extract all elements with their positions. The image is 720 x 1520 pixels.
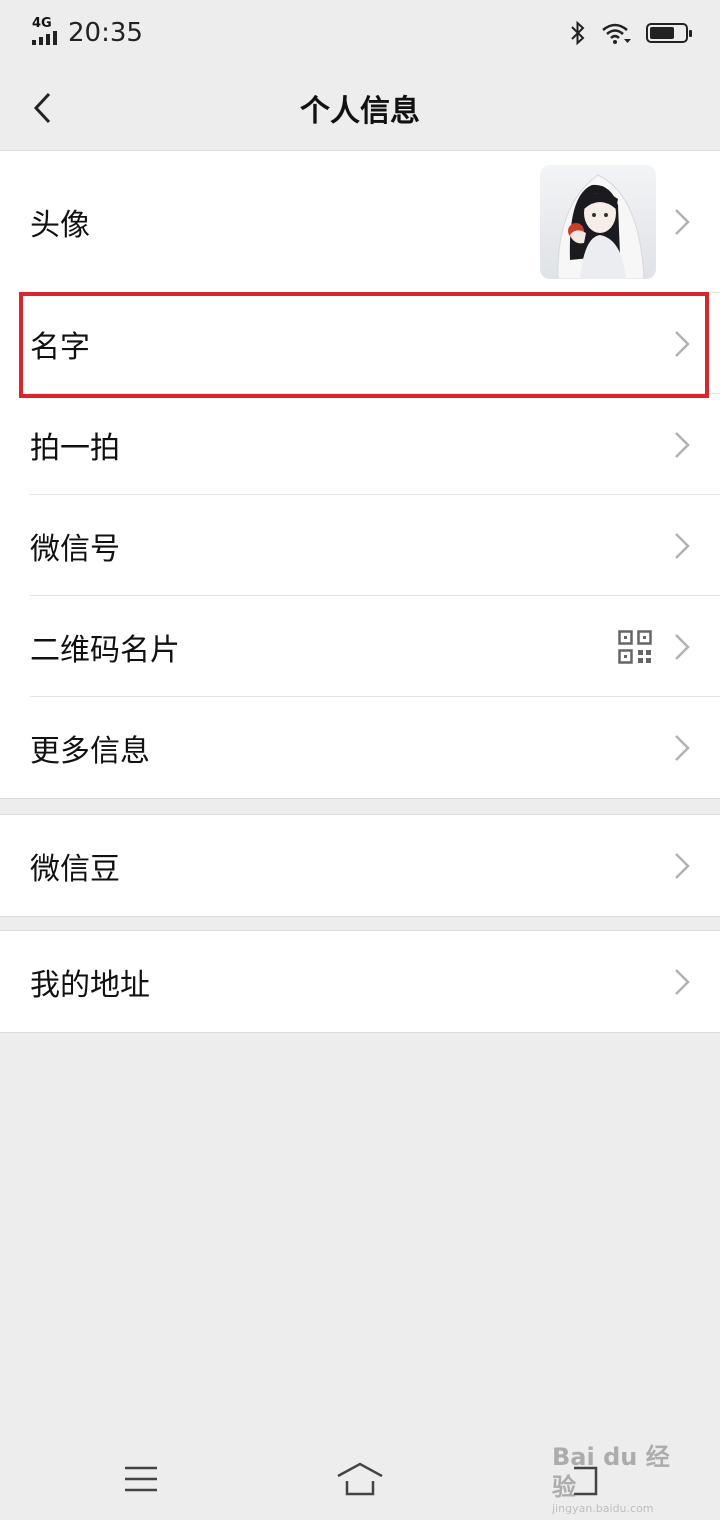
list-item-label: 微信豆 [30, 851, 120, 887]
status-time: 20:35 [68, 18, 143, 48]
list-item-more-info[interactable]: 更多信息 [0, 697, 720, 798]
list-item-name[interactable]: 名字 [0, 293, 720, 394]
network-type: 4G [32, 16, 52, 31]
chevron-right-icon [675, 330, 690, 357]
chevron-left-icon [33, 92, 51, 124]
list-item-wechat-id[interactable]: 微信号 [0, 495, 720, 596]
list-item-label: 微信号 [30, 531, 120, 567]
wifi-icon [602, 23, 631, 44]
list-item-label: 头像 [30, 208, 90, 243]
bluetooth-icon [571, 20, 585, 46]
qr-code-icon [618, 629, 652, 664]
chevron-right-icon [675, 968, 690, 995]
cellular-signal-icon: 4G [32, 16, 60, 47]
menu-icon [125, 1466, 157, 1492]
baidu-watermark: Bai du 经验 jingyan.baidu.com [552, 1442, 692, 1515]
chevron-right-icon [675, 633, 690, 660]
list-item-label: 更多信息 [30, 733, 150, 769]
page-title: 个人信息 [300, 94, 420, 129]
home-button[interactable] [335, 1456, 385, 1502]
address-group: 我的地址 [0, 930, 720, 1033]
list-item-label: 二维码名片 [30, 632, 180, 668]
chevron-right-icon [675, 209, 690, 235]
menu-button[interactable] [116, 1456, 166, 1502]
list-item-avatar[interactable]: 头像 [0, 151, 720, 293]
chevron-right-icon [675, 852, 690, 879]
watermark-url: jingyan.baidu.com [552, 1502, 654, 1515]
list-item-qr-code[interactable]: 二维码名片 [0, 596, 720, 697]
list-item-pat[interactable]: 拍一拍 [0, 394, 720, 495]
battery-icon [646, 23, 692, 43]
status-bar: 4G 20:35 [0, 0, 720, 66]
avatar[interactable] [540, 165, 656, 279]
chevron-right-icon [675, 431, 690, 458]
watermark-text: Bai du 经验 [552, 1443, 670, 1501]
back-button[interactable] [22, 88, 62, 128]
navigation-bar: 个人信息 [0, 66, 720, 150]
chevron-right-icon [675, 532, 690, 559]
profile-settings-group: 头像 名字 拍一拍 微信号 二维码名片 更多信息 [0, 150, 720, 799]
list-item-label: 拍一拍 [30, 430, 120, 466]
wechat-beans-group: 微信豆 [0, 814, 720, 917]
list-item-wechat-beans[interactable]: 微信豆 [0, 815, 720, 916]
list-item-label: 名字 [30, 329, 90, 365]
chevron-right-icon [675, 734, 690, 761]
status-left: 4G 20:35 [32, 16, 143, 48]
status-right [570, 20, 692, 46]
home-icon [337, 1462, 383, 1496]
list-item-my-address[interactable]: 我的地址 [0, 931, 720, 1032]
list-item-label: 我的地址 [30, 967, 150, 1003]
